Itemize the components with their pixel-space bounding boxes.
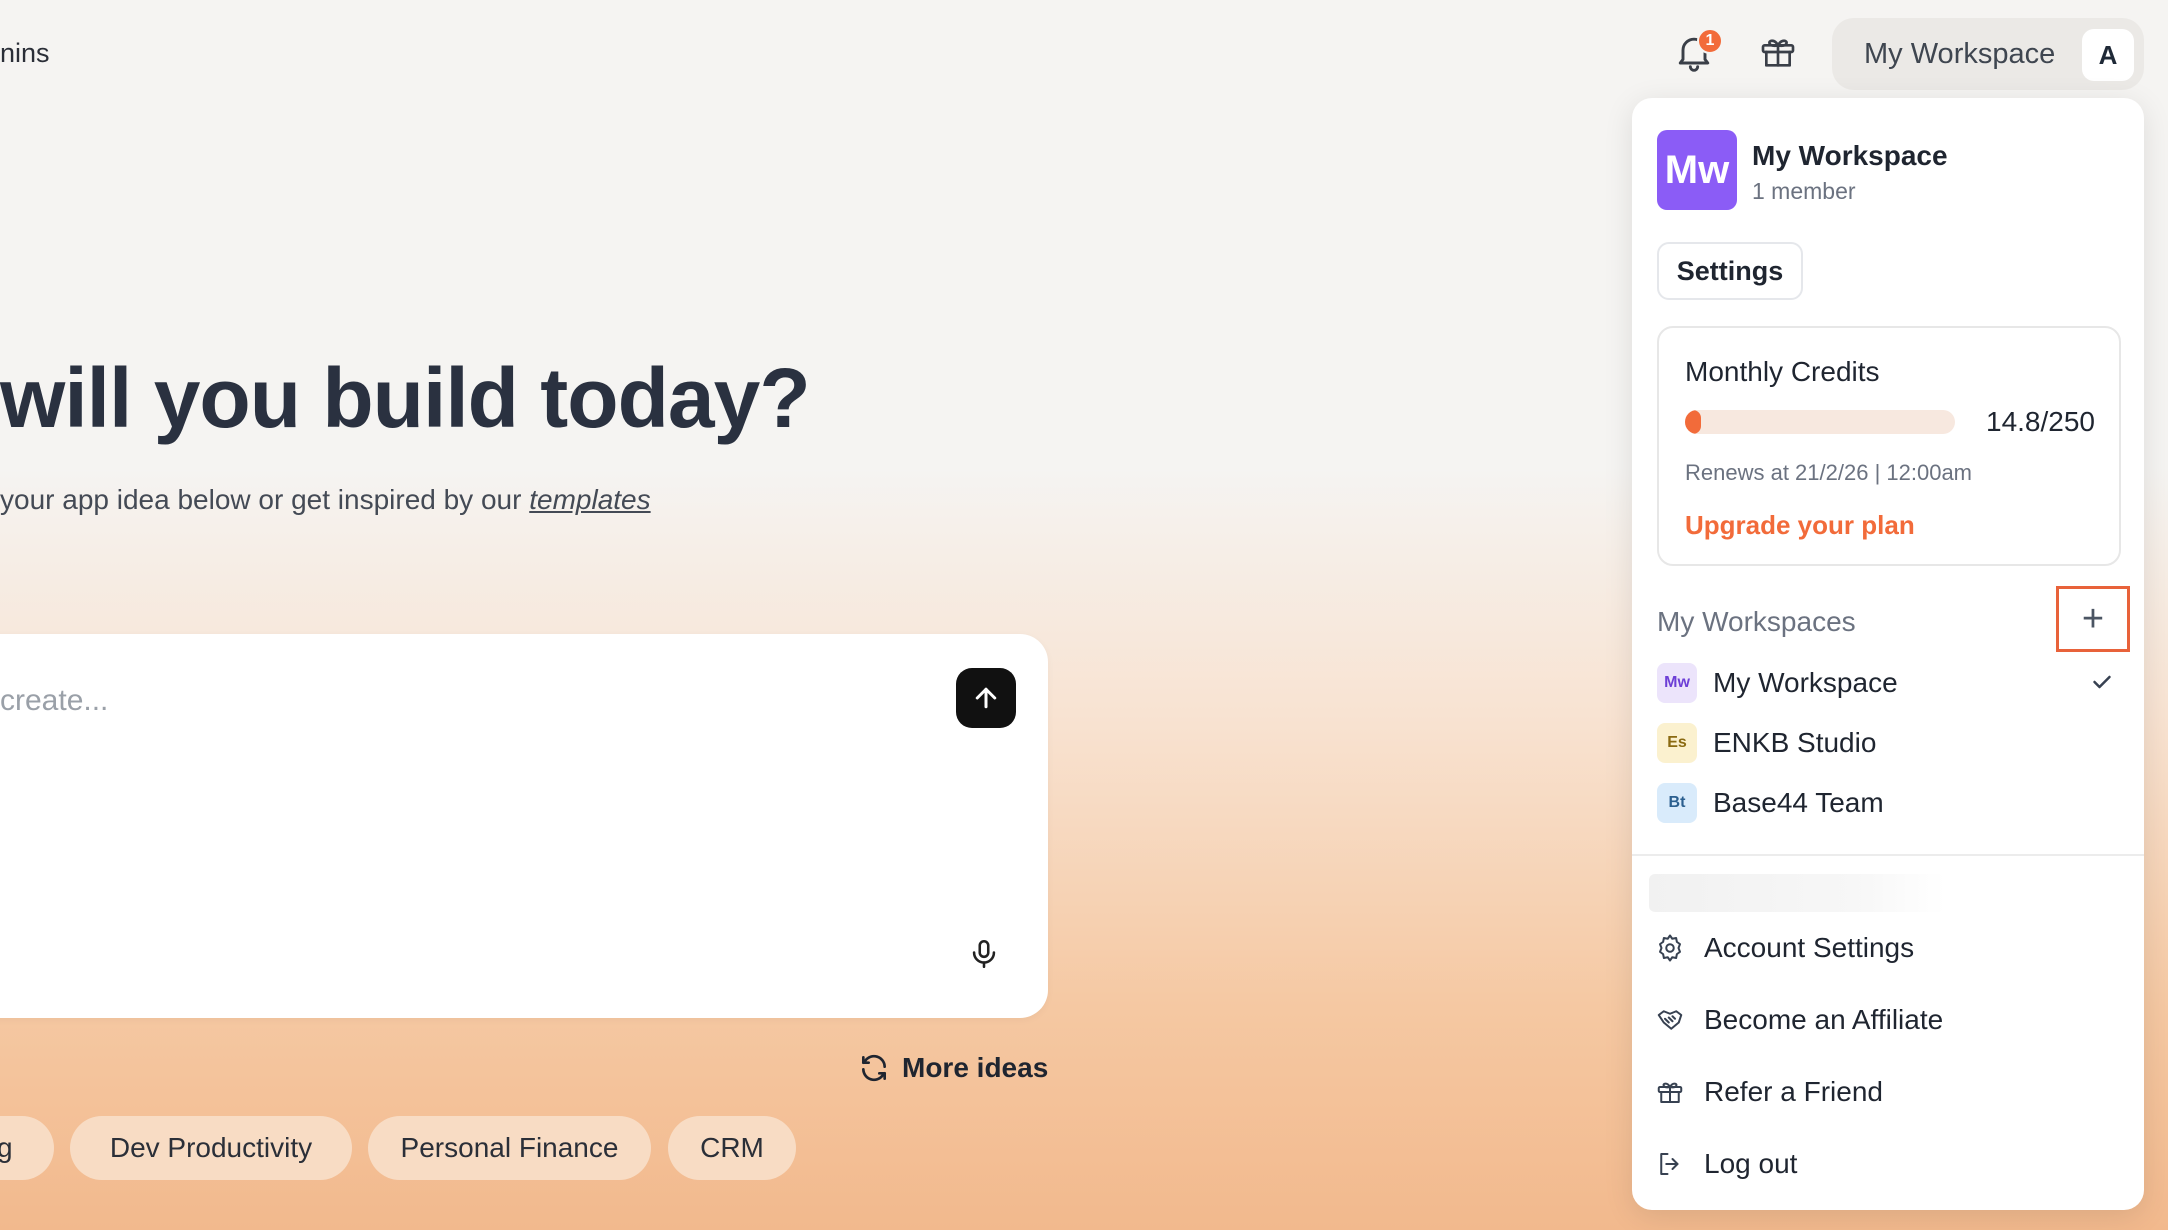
workspace-settings-button[interactable]: Settings xyxy=(1657,242,1803,300)
workspace-item[interactable]: Es ENKB Studio xyxy=(1657,723,2117,763)
menu-item-label: Log out xyxy=(1704,1148,1798,1179)
check-icon xyxy=(2093,675,2111,689)
workspace-avatar: Mw xyxy=(1657,130,1737,210)
more-ideas-button[interactable]: More ideas xyxy=(858,1052,1048,1084)
credits-renewal-date: Renews at 21/2/26 | 12:00am xyxy=(1685,460,1973,485)
page-title: will you build today? xyxy=(0,351,811,445)
workspace-member-count: 1 member xyxy=(1752,178,1856,204)
menu-item-label: Account Settings xyxy=(1704,932,1915,963)
workspace-badge: Es xyxy=(1657,723,1697,763)
gift-icon xyxy=(1654,1076,1686,1108)
templates-link[interactable]: templates xyxy=(529,484,650,515)
handshake-icon xyxy=(1654,1004,1686,1036)
upgrade-plan-link[interactable]: Upgrade your plan xyxy=(1685,510,1915,541)
workspace-item-label: My Workspace xyxy=(1713,667,1898,698)
category-chip[interactable]: Personal Finance xyxy=(368,1116,651,1180)
credits-title: Monthly Credits xyxy=(1685,356,1880,387)
notification-badge: 1 xyxy=(1697,28,1723,54)
workspace-badge: Mw xyxy=(1657,663,1697,703)
gift-button[interactable] xyxy=(1758,32,1798,72)
become-affiliate-menu-item[interactable]: Become an Affiliate xyxy=(1654,998,2114,1042)
log-out-menu-item[interactable]: Log out xyxy=(1654,1142,2114,1186)
workspace-switcher[interactable]: My Workspace A xyxy=(1832,18,2144,90)
workspaces-section-title: My Workspaces xyxy=(1657,606,1856,637)
microphone-icon xyxy=(972,939,996,969)
category-chip[interactable]: ng xyxy=(0,1116,54,1180)
prompt-placeholder: create... xyxy=(0,684,109,717)
logout-icon xyxy=(1654,1148,1686,1180)
account-settings-menu-item[interactable]: Account Settings xyxy=(1654,926,2114,970)
workspace-badge: Bt xyxy=(1657,783,1697,823)
workspace-name: My Workspace xyxy=(1752,140,1948,171)
menu-item-label: Refer a Friend xyxy=(1704,1076,1883,1107)
category-chip[interactable]: Dev Productivity xyxy=(70,1116,352,1180)
gift-icon xyxy=(1761,39,1795,67)
category-chip[interactable]: CRM xyxy=(668,1116,796,1180)
subtitle-text: your app idea below or get inspired by o… xyxy=(0,484,530,515)
redacted-email xyxy=(1649,874,1945,912)
send-button[interactable] xyxy=(956,668,1016,728)
workspace-item[interactable]: Mw My Workspace xyxy=(1657,663,2117,703)
workspace-dropdown: Mw My Workspace 1 member Settings Monthl… xyxy=(1632,98,2144,1210)
add-workspace-button[interactable]: + xyxy=(2056,586,2130,652)
workspace-item[interactable]: Bt Base44 Team xyxy=(1657,783,2117,823)
user-avatar[interactable]: A xyxy=(2082,29,2134,81)
menu-item-label: Become an Affiliate xyxy=(1704,1004,1944,1035)
refresh-icon xyxy=(862,1054,886,1082)
prompt-input-box[interactable]: create... xyxy=(0,634,1048,1018)
credits-progress-bar xyxy=(1685,410,1955,434)
credits-value: 14.8/250 xyxy=(1986,406,2095,437)
microphone-button[interactable] xyxy=(962,932,1006,976)
divider xyxy=(1632,854,2144,856)
gear-icon xyxy=(1654,932,1686,964)
credits-progress-fill xyxy=(1685,410,1701,434)
arrow-up-icon xyxy=(975,687,997,709)
workspace-item-label: ENKB Studio xyxy=(1713,727,1877,758)
credits-card: Monthly Credits 14.8/250 Renews at 21/2/… xyxy=(1657,326,2121,566)
more-ideas-label: More ideas xyxy=(902,1052,1049,1083)
workspace-item-label: Base44 Team xyxy=(1713,787,1884,818)
workspace-switcher-label: My Workspace xyxy=(1864,37,2056,70)
page-subtitle: your app idea below or get inspired by o… xyxy=(0,484,651,516)
refer-friend-menu-item[interactable]: Refer a Friend xyxy=(1654,1070,2114,1114)
nav-link-partial[interactable]: nins xyxy=(0,38,50,69)
